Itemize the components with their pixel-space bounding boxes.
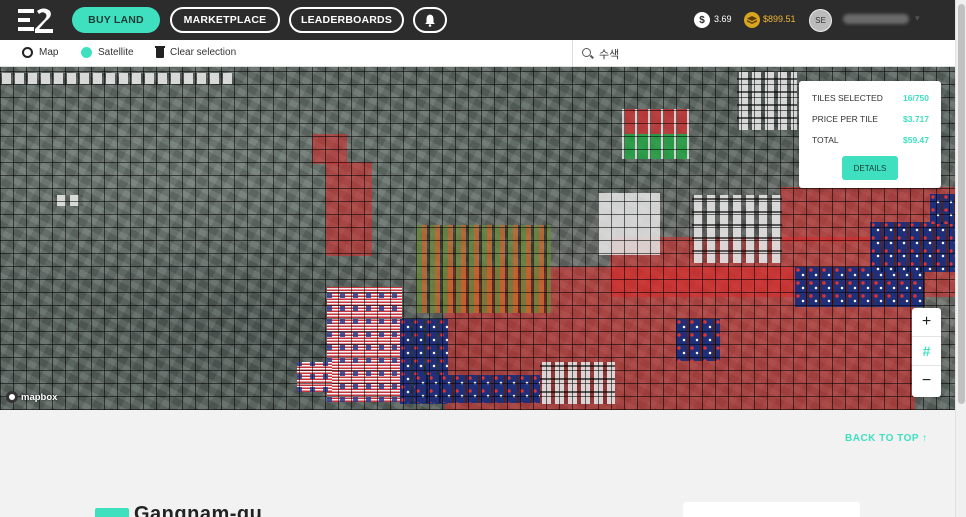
bell-icon (425, 14, 435, 27)
search-input[interactable] (599, 45, 939, 62)
earth2-badge-icon (95, 508, 129, 517)
buy-land-button[interactable]: BUY LAND (72, 7, 160, 33)
total-label: TOTAL (812, 135, 839, 145)
page-title: Gangnam-gu (134, 503, 263, 517)
satellite-view-label: Satellite (98, 47, 134, 58)
zoom-in-button[interactable]: + (912, 308, 941, 337)
mapbox-icon (6, 391, 18, 403)
username-redacted[interactable] (843, 14, 909, 24)
trash-icon (155, 45, 165, 58)
radio-icon (22, 47, 33, 58)
chevron-down-icon[interactable]: ▾ (915, 13, 920, 24)
map-toolbar: Map Satellite Clear selection (0, 40, 955, 67)
satellite-view-radio[interactable]: Satellite (81, 47, 134, 58)
page-scrollbar[interactable] (955, 0, 966, 517)
radio-selected-icon (81, 47, 92, 58)
notifications-button[interactable] (413, 7, 447, 33)
marketplace-button[interactable]: MARKETPLACE (170, 7, 280, 33)
zoom-out-button[interactable]: − (912, 366, 941, 395)
leaderboards-button[interactable]: LEADERBOARDS (289, 7, 404, 33)
total-value: $59.47 (903, 135, 929, 145)
price-per-tile-value: $3.717 (903, 114, 929, 124)
selection-summary-panel: TILES SELECTED 16/750 PRICE PER TILE $3.… (799, 81, 941, 188)
tiles-selected-label: TILES SELECTED (812, 93, 883, 103)
mapbox-logo[interactable]: mapbox (6, 391, 57, 403)
total-row: TOTAL $59.47 (812, 135, 929, 145)
clear-selection-button[interactable]: Clear selection (155, 45, 237, 58)
grid-toggle-button[interactable]: # (912, 337, 941, 366)
mapbox-label: mapbox (21, 391, 58, 403)
scrollbar-thumb[interactable] (958, 4, 965, 404)
stack-coin-icon (744, 12, 760, 28)
satellite-map[interactable]: TILES SELECTED 16/750 PRICE PER TILE $3.… (0, 67, 955, 410)
info-card (683, 502, 860, 517)
earth2-logo[interactable] (18, 7, 54, 33)
usd-balance: 3.69 (714, 14, 732, 24)
tiles-selected-value: 16/750 (903, 93, 929, 103)
essence-balance: $899.51 (763, 14, 796, 24)
clear-selection-label: Clear selection (170, 47, 237, 58)
map-search (572, 40, 955, 67)
price-per-tile-label: PRICE PER TILE (812, 114, 878, 124)
top-navbar: BUY LAND MARKETPLACE LEADERBOARDS $ 3.69… (0, 0, 955, 40)
avatar[interactable]: SE (809, 9, 832, 32)
map-controls: + # − (912, 308, 941, 397)
search-icon (582, 48, 591, 57)
map-view-label: Map (39, 47, 59, 58)
price-per-tile-row: PRICE PER TILE $3.717 (812, 114, 929, 124)
dollar-coin-icon: $ (694, 12, 710, 28)
tiles-selected-row: TILES SELECTED 16/750 (812, 93, 929, 103)
details-button[interactable]: DETAILS (842, 156, 898, 180)
map-view-radio[interactable]: Map (22, 47, 58, 58)
back-to-top-link[interactable]: BACK TO TOP ↑ (845, 433, 928, 444)
